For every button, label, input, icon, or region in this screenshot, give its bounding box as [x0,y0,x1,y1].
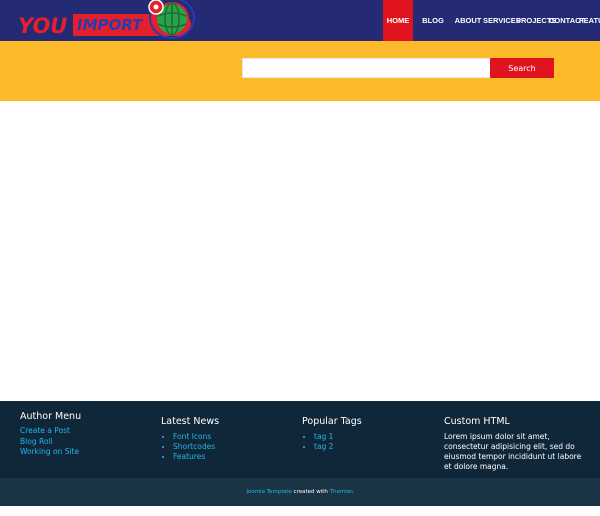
nav-item-contact[interactable]: CONTACT [549,0,585,41]
news-link-features[interactable]: Features [173,452,205,461]
site-header: YOU IMPORT HOME BLOG ABOUT SERVICES PROJ… [0,0,600,41]
tag-link-1[interactable]: tag 1 [314,432,333,441]
logo-text-import: IMPORT [77,16,143,34]
footer-popular-tags: Popular Tags tag 1 tag 2 [302,416,362,452]
site-footer: Author Menu Create a Post Blog Roll Work… [0,401,600,478]
logo-text-you: YOU [18,14,68,38]
nav-item-projects[interactable]: PROJECTS [516,0,556,41]
author-link-blog-roll[interactable]: Blog Roll [20,437,81,448]
news-item[interactable]: Font Icons [173,432,219,442]
globe-pin-icon [148,0,195,39]
news-link-shortcodes[interactable]: Shortcodes [173,442,215,451]
tag-item[interactable]: tag 2 [314,442,362,452]
custom-html-title: Custom HTML [444,416,510,427]
search-input[interactable] [242,58,492,78]
news-item[interactable]: Shortcodes [173,442,219,452]
search-button[interactable]: Search [490,58,554,78]
credits-end-text: . [351,489,354,495]
nav-item-about[interactable]: ABOUT [453,0,483,41]
nav-item-features[interactable]: FEATU [579,0,600,41]
tag-item[interactable]: tag 1 [314,432,362,442]
author-menu-title: Author Menu [20,411,82,422]
popular-tags-title: Popular Tags [302,416,362,427]
main-content [0,101,600,401]
nav-item-home[interactable]: HOME [383,0,413,41]
search-band: Search [0,41,600,101]
credits-link-joomla[interactable]: Joomla Template [246,489,291,495]
footer-custom-html: Custom HTML Lorem ipsum dolor sit amet, … [444,416,584,472]
news-link-font-icons[interactable]: Font Icons [173,432,211,441]
news-item[interactable]: Features [173,452,219,462]
credits-middle-text: created with [291,489,330,495]
site-logo[interactable]: YOU IMPORT [16,0,196,41]
footer-latest-news: Latest News Font Icons Shortcodes Featur… [161,416,219,462]
main-nav: HOME BLOG ABOUT SERVICES PROJECTS CONTAC… [383,0,600,41]
nav-item-services[interactable]: SERVICES [483,0,521,41]
custom-html-text: Lorem ipsum dolor sit amet, consectetur … [444,432,582,471]
footer-author-menu: Author Menu Create a Post Blog Roll Work… [20,411,81,458]
latest-news-title: Latest News [161,416,220,427]
author-link-create-post[interactable]: Create a Post [20,426,81,437]
author-link-working-on-site[interactable]: Working on Site [20,447,81,458]
nav-item-blog[interactable]: BLOG [413,0,453,41]
credits-bar: Joomla Template created with Themler. [0,478,600,506]
credits-link-themler[interactable]: Themler [330,489,352,495]
tag-link-2[interactable]: tag 2 [314,442,333,451]
